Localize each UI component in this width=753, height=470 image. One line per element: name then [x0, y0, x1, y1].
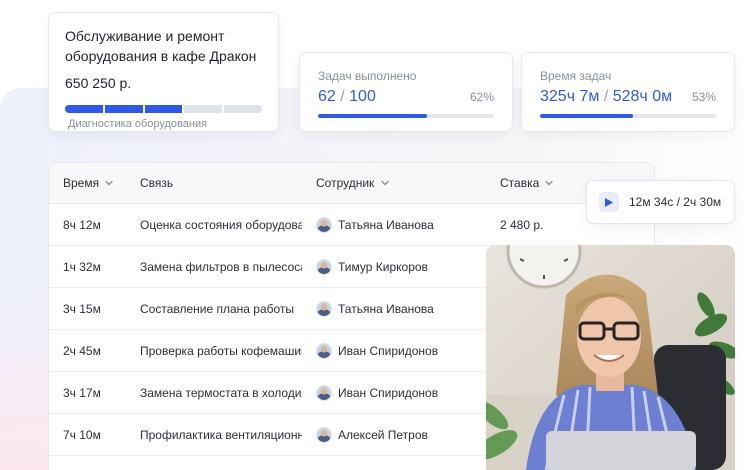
chevron-down-icon	[381, 180, 389, 186]
avatar	[316, 300, 332, 317]
cell-time: 2ч 45м	[63, 343, 101, 358]
cell-task: Составление плана работы	[140, 301, 295, 316]
progress-segment	[224, 105, 262, 113]
column-employee[interactable]: Сотрудник	[302, 176, 486, 190]
chevron-down-icon	[105, 180, 113, 186]
column-time[interactable]: Время	[49, 176, 127, 190]
chevron-down-icon	[545, 180, 553, 186]
avatar	[316, 216, 332, 233]
stat-value: 62 / 100	[318, 88, 376, 105]
cell-employee: Татьяна Иванова	[302, 216, 486, 233]
stat-progress-bar	[540, 114, 716, 118]
cell-time: 3ч 15м	[63, 301, 101, 316]
employee-photo	[486, 245, 735, 470]
progress-segment	[65, 105, 103, 113]
cell-time: 1ч 32м	[63, 259, 101, 274]
cell-employee: Татьяна Иванова	[302, 300, 486, 317]
cell-time: 7ч 10м	[63, 427, 101, 442]
project-card[interactable]: Обслуживание и ремонт оборудования в каф…	[48, 12, 279, 132]
stat-percent: 53%	[691, 90, 716, 104]
column-link: Связь	[140, 176, 174, 190]
cell-employee: Алексей Петров	[302, 426, 486, 443]
cell-task: Проверка работы кофемашины	[140, 343, 302, 358]
stat-value: 325ч 7м / 528ч 0м	[540, 88, 673, 105]
project-stage: Диагностика оборудования	[68, 118, 208, 130]
cell-employee: Иван Спиридонов	[302, 384, 486, 401]
stat-label: Время задач	[540, 69, 612, 83]
cell-time: 3ч 17м	[63, 385, 101, 400]
woman-at-laptop-illustration	[486, 245, 735, 470]
timer-widget: 12м 34с / 2ч 30м	[586, 180, 735, 224]
stat-percent: 62%	[469, 90, 494, 104]
avatar	[316, 258, 332, 275]
stat-progress-bar	[318, 114, 494, 118]
avatar	[316, 426, 332, 443]
cell-task: Оценка состояния оборудования	[140, 217, 302, 232]
stat-tasks-done: Задач выполнено 62 / 100 62%	[299, 52, 513, 132]
project-title: Обслуживание и ремонт оборудования в каф…	[65, 28, 257, 64]
cell-employee: Тимур Киркоров	[302, 258, 486, 275]
cell-task: Замена фильтров в пылесосах	[140, 259, 302, 274]
project-amount: 650 250 р.	[65, 75, 132, 91]
stat-task-time: Время задач 325ч 7м / 528ч 0м 53%	[521, 52, 735, 132]
progress-segment	[184, 105, 223, 113]
progress-segment	[144, 105, 183, 113]
cell-employee: Иван Спиридонов	[302, 342, 486, 359]
table-header: Время Связь Сотрудник Ставка	[49, 163, 654, 204]
play-icon	[605, 197, 613, 207]
table-row[interactable]: 8ч 12м Оценка состояния оборудованияТатья…	[49, 204, 654, 246]
cell-task: Профилактика вентиляционной системы	[140, 427, 302, 442]
timer-text: 12м 34с / 2ч 30м	[629, 195, 722, 209]
avatar	[316, 384, 332, 401]
cell-task: Замена термостата в холодильнике	[140, 385, 302, 400]
progress-segment	[104, 105, 143, 113]
cell-time: 8ч 12м	[63, 217, 101, 232]
project-progress	[65, 105, 262, 113]
play-button[interactable]	[599, 192, 619, 212]
avatar	[316, 342, 332, 359]
stat-label: Задач выполнено	[318, 69, 417, 83]
